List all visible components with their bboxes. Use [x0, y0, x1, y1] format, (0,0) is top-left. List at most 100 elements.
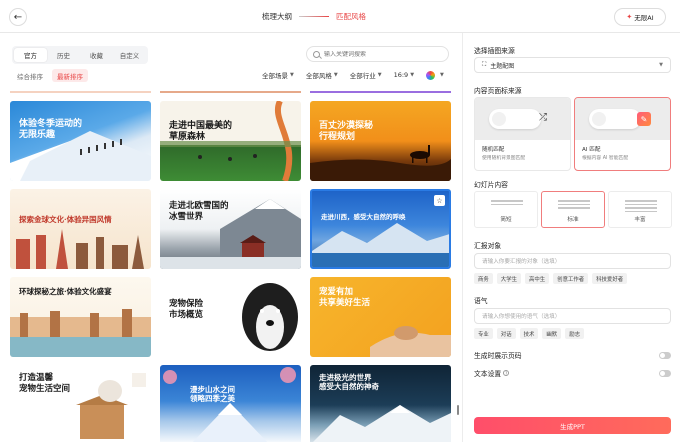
amount-brief-option[interactable]: 简短	[474, 191, 538, 228]
page-number-row: 生成时展示页码	[474, 350, 671, 360]
arrow-left-icon: ←	[13, 11, 23, 23]
template-card[interactable]: 打造温馨 宠物生活空间	[10, 365, 151, 442]
ai-match-desc: 根据内容 AI 智能匹配	[582, 156, 629, 161]
search-input[interactable]	[324, 50, 434, 58]
lines-icon	[625, 200, 657, 214]
random-match-preview: ⤮	[475, 98, 570, 140]
sparkle-icon: ✦	[626, 13, 633, 21]
card-edge	[10, 91, 151, 93]
tone-chip[interactable]: 励志	[565, 328, 584, 339]
unlimited-ai-label: 无限AI	[634, 14, 654, 22]
tab-custom[interactable]: 自定义	[113, 48, 146, 62]
tab-favorites[interactable]: 收藏	[80, 48, 113, 62]
card-title: 走进中国最美的 草原森林	[169, 121, 233, 143]
settings-panel: 选择插图来源 ⛶ 主题配图 ▼ 内容页面标来源 ⤮ 随机匹配 使用随机背景图匹配…	[462, 33, 680, 442]
illustration-source-value: 主题配图	[490, 62, 515, 70]
star-icon: ☆	[436, 196, 443, 205]
chevron-down-icon: ▼	[659, 62, 663, 68]
ai-match-label: AI 匹配	[582, 147, 601, 153]
ai-match-option[interactable]: ✎ AI 匹配 根据内容 AI 智能匹配	[574, 97, 671, 171]
random-match-label: 随机匹配	[482, 147, 505, 153]
template-card[interactable]: 体验冬季运动的 无限乐趣	[10, 101, 151, 181]
template-card[interactable]: 走进中国最美的 草原森林	[160, 101, 301, 181]
template-card[interactable]: 漫步山水之间 领略四季之美	[160, 365, 301, 442]
filter-scene[interactable]: 全部场景 ▼	[262, 70, 294, 80]
filter-industry-label: 全部行业	[349, 72, 376, 80]
tone-chip[interactable]: 幽默	[542, 328, 562, 339]
card-title: 走进北欧雪国的 冰雪世界	[169, 201, 229, 222]
template-card[interactable]: 宠物保险 市场概览	[160, 277, 301, 357]
page-number-toggle[interactable]	[659, 351, 671, 359]
template-card[interactable]: 环球探秘之旅·体验文化盛宴	[10, 277, 151, 357]
card-title: 走进川西，感受大自然的呼唤	[321, 213, 406, 221]
color-wheel-icon	[426, 70, 436, 80]
audience-chip[interactable]: 高中生	[524, 273, 550, 284]
sort-options: 综合排序 最新排序	[12, 69, 92, 82]
search-icon	[313, 50, 320, 58]
tone-input[interactable]: 请输入你想使用的语气（选填）	[474, 308, 671, 324]
audience-input[interactable]: 请输入你要汇报的对象（选填）	[474, 253, 671, 269]
filter-scene-label: 全部场景	[262, 72, 288, 80]
tone-chip[interactable]: 技术	[519, 328, 539, 339]
chevron-down-icon: ▼	[377, 72, 382, 78]
audience-chips: 商务 大学生 高中生 创意工作者 科技爱好者	[474, 273, 631, 284]
toggle-graphic	[489, 109, 541, 129]
text-settings-toggle[interactable]	[659, 369, 671, 377]
template-card[interactable]: 宠爱有加 共享美好生活	[310, 277, 451, 357]
filter-ratio-label: 16:9	[393, 71, 409, 79]
audience-chip[interactable]: 创意工作者	[553, 273, 589, 284]
tab-history[interactable]: 历史	[47, 48, 80, 62]
amount-rich-option[interactable]: 丰富	[608, 191, 672, 228]
random-match-option[interactable]: ⤮ 随机匹配 使用随机背景图匹配	[474, 97, 571, 171]
toggle-graphic	[589, 109, 641, 129]
info-icon[interactable]: ?	[503, 370, 510, 376]
template-tabs: 官方 历史 收藏 自定义	[12, 46, 148, 64]
template-card[interactable]: 走进极光的世界 感受大自然的神奇	[310, 365, 451, 442]
amount-standard-label: 标准	[567, 217, 579, 223]
amount-standard-option[interactable]: 标准	[541, 191, 605, 228]
template-card[interactable]: 探索金球文化·体验异国风情	[10, 189, 151, 269]
lines-icon	[491, 200, 523, 207]
tone-chips: 专业 对话 技术 幽默 励志	[474, 328, 588, 339]
shuffle-icon: ⤮	[539, 112, 547, 123]
tone-chip[interactable]: 对话	[496, 328, 516, 339]
filter-industry[interactable]: 全部行业 ▼	[350, 70, 382, 80]
background-source-title: 内容页面标来源	[474, 87, 522, 95]
text-settings-row: 文本设置?	[474, 368, 671, 378]
text-settings-label: 文本设置	[474, 370, 502, 378]
step-connector	[299, 16, 329, 17]
sort-newest[interactable]: 最新排序	[52, 69, 88, 82]
amount-rich-label: 丰富	[634, 217, 646, 223]
tone-chip[interactable]: 专业	[474, 328, 493, 339]
chevron-down-icon: ▼	[290, 72, 294, 78]
favorite-star-button[interactable]: ☆	[434, 195, 445, 206]
tab-official[interactable]: 官方	[14, 48, 47, 62]
ai-match-preview: ✎	[575, 98, 670, 140]
sort-comprehensive[interactable]: 综合排序	[12, 69, 48, 82]
search-box	[306, 46, 449, 62]
audience-chip[interactable]: 科技爱好者	[592, 273, 628, 284]
template-card[interactable]: 百丈沙漠探秘 行程规划	[310, 101, 451, 181]
card-title: 体验冬季运动的 无限乐趣	[19, 119, 83, 141]
step-style[interactable]: 匹配风格	[336, 11, 366, 22]
audience-chip[interactable]: 大学生	[496, 273, 521, 284]
template-card[interactable]: 走进北欧雪国的 冰雪世界	[160, 189, 301, 269]
filter-bar: 全部场景 ▼ 全部风格 ▼ 全部行业 ▼ 16:9 ▼ ▼	[262, 70, 456, 80]
step-outline[interactable]: 梳理大纲	[262, 11, 292, 22]
generate-ppt-button[interactable]: 生成PPT	[474, 417, 671, 434]
chevron-down-icon: ▼	[333, 72, 338, 78]
template-card[interactable]: ☆ 走进川西，感受大自然的呼唤	[310, 189, 451, 269]
audience-title: 汇报对象	[474, 242, 502, 250]
filter-color[interactable]: ▼	[426, 70, 444, 80]
card-edge	[310, 91, 451, 93]
filter-style[interactable]: 全部风格 ▼	[306, 70, 338, 80]
illustration-source-select[interactable]: ⛶ 主题配图 ▼	[474, 57, 671, 73]
card-title: 走进极光的世界 感受大自然的神奇	[319, 373, 379, 392]
unlimited-ai-button[interactable]: ✦ 无限AI	[614, 8, 666, 26]
back-button[interactable]: ←	[9, 8, 27, 26]
filter-ratio[interactable]: 16:9 ▼	[394, 71, 414, 79]
scrollbar[interactable]	[457, 405, 459, 415]
lines-icon	[558, 200, 590, 211]
audience-chip[interactable]: 商务	[474, 273, 493, 284]
template-gallery: 官方 历史 收藏 自定义 综合排序 最新排序 全部场景▼ 全部风格▼ 全部行业▼…	[0, 33, 462, 442]
